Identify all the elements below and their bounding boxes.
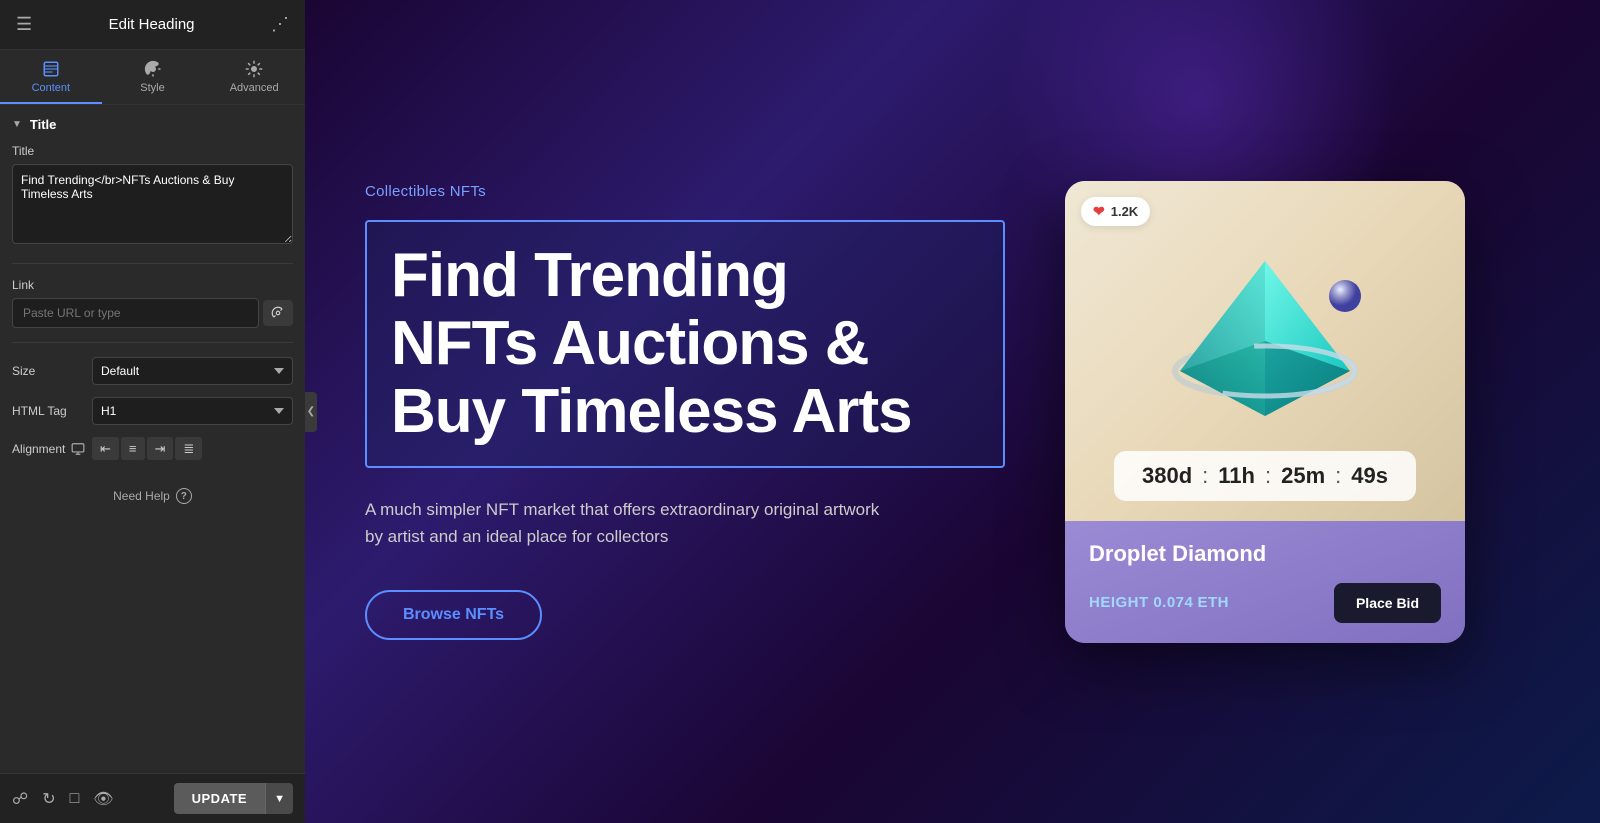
left-panel: ☰ Edit Heading ⋰ Content Style Advanced …: [0, 0, 305, 823]
title-textarea[interactable]: Find Trending</br>NFTs Auctions & Buy Ti…: [12, 164, 293, 244]
nft-card-info: Droplet Diamond HEIGHT 0.074 ETH Place B…: [1065, 521, 1465, 643]
tab-content-label: Content: [32, 82, 71, 94]
align-left-button[interactable]: ⇤: [92, 437, 119, 460]
align-right-button[interactable]: ⇥: [147, 437, 174, 460]
nft-footer: HEIGHT 0.074 ETH Place Bid: [1089, 583, 1441, 623]
history-icon[interactable]: ↻: [42, 789, 55, 809]
alignment-row: Alignment ⇤ ≡ ⇥ ≣: [12, 437, 293, 460]
countdown-box: 380d : 11h : 25m : 49s: [1114, 451, 1416, 501]
collectibles-label: Collectibles NFTs: [365, 183, 1005, 200]
countdown-seconds: 49s: [1351, 463, 1388, 489]
nft-price-currency: ETH: [1198, 594, 1230, 611]
countdown-days: 380d: [1142, 463, 1192, 489]
tab-content[interactable]: Content: [0, 50, 102, 104]
size-label: Size: [12, 364, 92, 378]
tab-advanced[interactable]: Advanced: [203, 50, 305, 104]
panel-title: Edit Heading: [109, 16, 195, 33]
hero-section: Collectibles NFTs Find TrendingNFTs Auct…: [365, 183, 1005, 641]
layers-icon[interactable]: ☍: [12, 789, 28, 809]
heart-icon: ❤: [1093, 203, 1105, 220]
alignment-label: Alignment: [12, 442, 92, 456]
alignment-buttons: ⇤ ≡ ⇥ ≣: [92, 437, 202, 460]
tab-advanced-label: Advanced: [230, 82, 279, 94]
link-input[interactable]: [12, 298, 259, 328]
panel-scroll-area: ▼ Title Title Find Trending</br>NFTs Auc…: [0, 105, 305, 823]
collapse-handle[interactable]: ❮: [305, 392, 317, 432]
link-settings-button[interactable]: [263, 300, 293, 326]
html-tag-select[interactable]: H1 H2 H3 H4 H5 H6 div span p: [92, 397, 293, 425]
nft-card-container: ❤ 1.2K: [1065, 181, 1465, 643]
hamburger-icon[interactable]: ☰: [16, 14, 32, 35]
like-badge[interactable]: ❤ 1.2K: [1081, 197, 1150, 226]
align-center-button[interactable]: ≡: [121, 437, 145, 460]
countdown-hours: 11h: [1218, 463, 1255, 489]
align-justify-button[interactable]: ≣: [175, 437, 202, 460]
link-label: Link: [12, 278, 293, 292]
html-tag-field-row: HTML Tag H1 H2 H3 H4 H5 H6 div span p: [12, 397, 293, 425]
countdown-minutes: 25m: [1281, 463, 1325, 489]
update-button[interactable]: UPDATE: [174, 783, 265, 814]
title-section-header: ▼ Title: [12, 117, 293, 132]
size-select[interactable]: Default Small Medium Large XL XXL: [92, 357, 293, 385]
place-bid-button[interactable]: Place Bid: [1334, 583, 1441, 623]
panel-tabs: Content Style Advanced: [0, 50, 305, 105]
like-count: 1.2K: [1111, 204, 1138, 219]
update-arrow-button[interactable]: ▼: [265, 783, 293, 814]
link-input-row: [12, 298, 293, 328]
divider-1: [12, 263, 293, 264]
main-content: Collectibles NFTs Find TrendingNFTs Auct…: [305, 0, 1600, 823]
panel-header: ☰ Edit Heading ⋰: [0, 0, 305, 50]
need-help[interactable]: Need Help ?: [12, 472, 293, 520]
hero-heading: Find TrendingNFTs Auctions &Buy Timeless…: [391, 242, 979, 447]
browse-nfts-button[interactable]: Browse NFTs: [365, 590, 542, 640]
size-field-row: Size Default Small Medium Large XL XXL: [12, 357, 293, 385]
bottom-bar: ☍ ↻ □ 👁 UPDATE ▼: [0, 773, 305, 823]
divider-2: [12, 342, 293, 343]
hero-subtext: A much simpler NFT market that offers ex…: [365, 496, 885, 550]
title-section-label: Title: [30, 117, 57, 132]
monitor-icon: [71, 442, 85, 456]
nft-price-label: HEIGHT 0.074: [1089, 594, 1193, 611]
tab-style-label: Style: [140, 82, 164, 94]
need-help-label: Need Help: [113, 489, 170, 503]
nft-diamond-art: [1155, 241, 1375, 461]
eye-icon[interactable]: 👁: [93, 789, 113, 809]
nft-price: HEIGHT 0.074 ETH: [1089, 594, 1229, 611]
hero-heading-wrapper[interactable]: Find TrendingNFTs Auctions &Buy Timeless…: [365, 220, 1005, 469]
help-icon: ?: [176, 488, 192, 504]
crop-icon[interactable]: □: [70, 790, 80, 808]
html-tag-label: HTML Tag: [12, 404, 92, 418]
grid-icon[interactable]: ⋰: [271, 14, 289, 35]
chevron-icon[interactable]: ▼: [12, 119, 22, 130]
title-field-label: Title: [12, 144, 293, 158]
nft-card-image: ❤ 1.2K: [1065, 181, 1465, 521]
nft-card: ❤ 1.2K: [1065, 181, 1465, 643]
update-btn-group: UPDATE ▼: [174, 783, 293, 814]
bottom-bar-left: ☍ ↻ □ 👁: [12, 789, 114, 809]
tab-style[interactable]: Style: [102, 50, 204, 104]
nft-name: Droplet Diamond: [1089, 541, 1441, 567]
